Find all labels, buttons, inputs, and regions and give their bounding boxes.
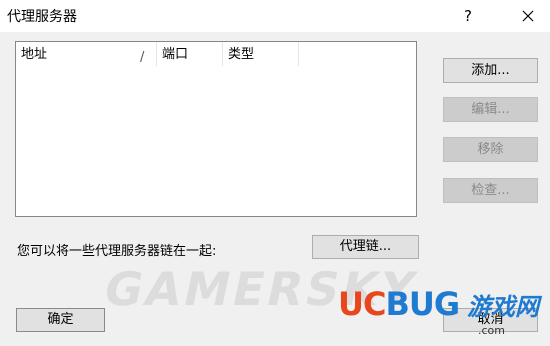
ucbug-logo-bug: BUG bbox=[385, 285, 460, 323]
column-header-type[interactable]: 类型 bbox=[223, 42, 299, 66]
check-button[interactable]: 检查... bbox=[443, 178, 538, 203]
window-title: 代理服务器 bbox=[7, 9, 77, 25]
ucbug-logo-site: .com bbox=[478, 324, 505, 337]
column-header-type-label: 类型 bbox=[228, 47, 255, 62]
column-header-port-label: 端口 bbox=[162, 47, 189, 62]
close-button[interactable] bbox=[506, 0, 550, 32]
remove-button[interactable]: 移除 bbox=[443, 137, 538, 162]
ok-button[interactable]: 确定 bbox=[16, 308, 105, 332]
ucbug-logo: UCBUG bbox=[338, 285, 460, 323]
ucbug-logo-game: 游戏网 bbox=[467, 293, 539, 321]
column-header-address[interactable]: 地址 / bbox=[16, 42, 157, 66]
edit-button[interactable]: 编辑... bbox=[443, 97, 538, 122]
title-bar: 代理服务器 ? bbox=[0, 0, 550, 32]
proxy-server-list[interactable]: 地址 / 端口 类型 bbox=[15, 41, 417, 217]
sort-indicator: / bbox=[140, 50, 145, 65]
proxy-chain-button[interactable]: 代理链... bbox=[312, 235, 419, 259]
add-button[interactable]: 添加... bbox=[443, 58, 538, 83]
ucbug-logo-uc: UC bbox=[338, 285, 386, 323]
help-button[interactable]: ? bbox=[452, 0, 484, 32]
proxy-chain-label: 您可以将一些代理服务器链在一起: bbox=[17, 244, 217, 259]
column-header-port[interactable]: 端口 bbox=[157, 42, 223, 66]
close-icon bbox=[522, 10, 534, 22]
column-header-address-label: 地址 bbox=[21, 47, 48, 62]
